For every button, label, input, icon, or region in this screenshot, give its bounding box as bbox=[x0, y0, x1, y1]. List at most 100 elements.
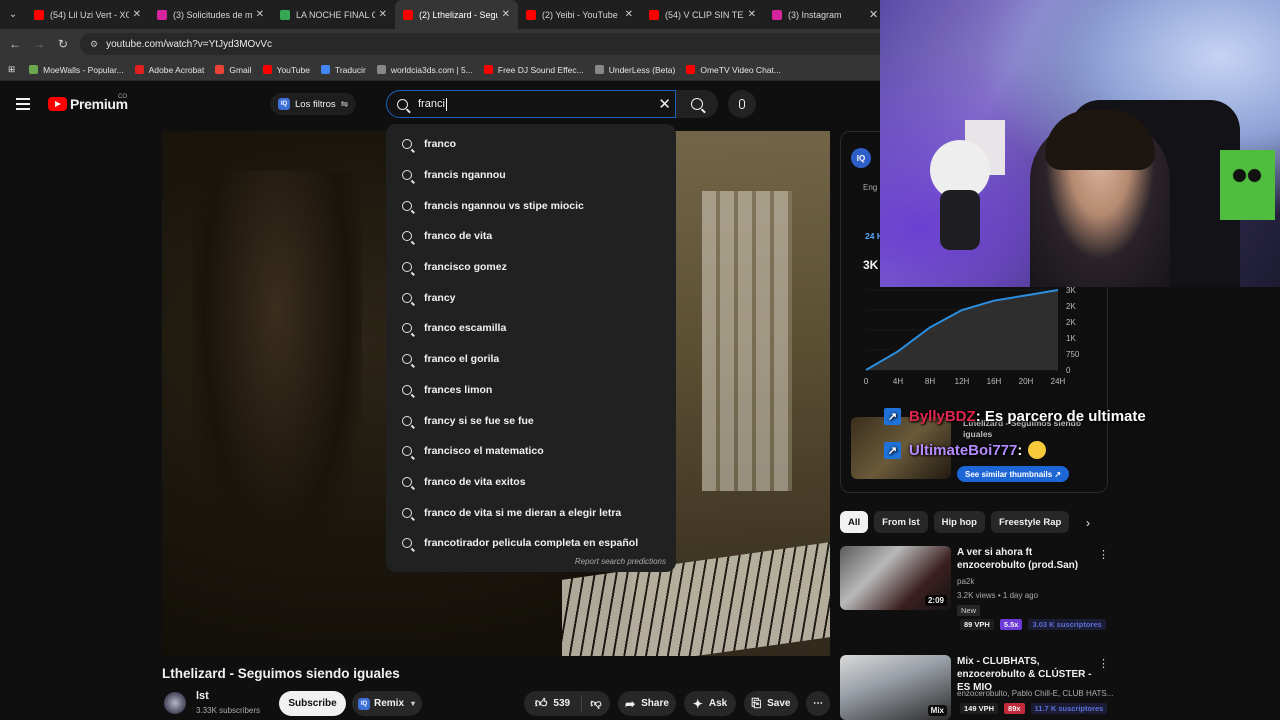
bookmark-label: Adobe Acrobat bbox=[148, 64, 205, 75]
tab-label: (54) V CLIP SIN TEXT bbox=[665, 9, 744, 20]
views-area-chart: 0 4H 8H 12H 16H 20H 24H07501K2K2K3K bbox=[864, 286, 1080, 386]
more-vert-icon[interactable]: ⋮ bbox=[1098, 548, 1109, 561]
dislike-button[interactable]: 👎︎ bbox=[582, 697, 610, 710]
suggestion-item[interactable]: frances limon bbox=[386, 375, 676, 406]
chat-badge-icon: ↗ bbox=[884, 441, 901, 459]
close-tab-icon[interactable]: ✕ bbox=[256, 9, 264, 20]
suggestion-item[interactable]: francisco el matematico bbox=[386, 436, 676, 467]
share-button[interactable]: ➦ Share bbox=[618, 691, 676, 716]
clear-search-icon[interactable]: ✕ bbox=[658, 95, 671, 113]
back-icon[interactable]: ← bbox=[3, 37, 27, 51]
chip-from-channel[interactable]: From lst bbox=[874, 511, 928, 533]
close-tab-icon[interactable]: ✕ bbox=[502, 9, 510, 20]
like-button[interactable]: 👍︎ 539 bbox=[524, 695, 582, 712]
recommended-video[interactable]: 2:09 A ver si ahora ft enzocerobulto (pr… bbox=[840, 546, 1110, 636]
bookmark-item[interactable]: Traducir bbox=[320, 65, 366, 75]
chip-all[interactable]: All bbox=[840, 511, 869, 533]
close-tab-icon[interactable]: ✕ bbox=[869, 8, 878, 21]
save-button[interactable]: ⎘ Save bbox=[744, 691, 798, 716]
more-actions-button[interactable]: ⋯ bbox=[806, 691, 830, 716]
suggestion-item[interactable]: franco bbox=[386, 129, 676, 160]
remix-button[interactable]: IQ Remix ▾ bbox=[352, 691, 422, 716]
close-tab-icon[interactable]: ✕ bbox=[625, 9, 633, 20]
bookmark-item[interactable]: worldcia3ds.com | 5... bbox=[376, 65, 473, 75]
chip-freestyle-rap[interactable]: Freestyle Rap bbox=[990, 511, 1070, 533]
voice-search-button[interactable] bbox=[728, 90, 756, 118]
channel-name[interactable]: lst bbox=[196, 690, 209, 702]
suggestion-text: francotirador pelicula completa en españ… bbox=[424, 537, 639, 550]
browser-nav-bar: ← → ↻ ⚙ youtube.com/watch?v=YtJyd3MOvVc bbox=[0, 29, 880, 59]
suggestion-item[interactable]: francisco gomez bbox=[386, 252, 676, 283]
search-button[interactable] bbox=[676, 90, 718, 118]
channel-name[interactable]: pa2k bbox=[957, 577, 974, 586]
browser-tab[interactable]: LA NOCHE FINAL CR ✕ bbox=[272, 0, 395, 29]
subscribe-button[interactable]: Subscribe bbox=[279, 691, 346, 716]
bookmark-item[interactable]: MoeWalls - Popular... bbox=[29, 65, 124, 75]
close-tab-icon[interactable]: ✕ bbox=[133, 9, 141, 20]
suggestion-text: francis ngannou bbox=[424, 169, 506, 182]
ask-button[interactable]: ✦ Ask bbox=[684, 691, 736, 716]
suggestion-item[interactable]: franco de vita si me dieran a elegir let… bbox=[386, 497, 676, 528]
browser-tab[interactable]: (2) Yeibi - YouTube ✕ bbox=[518, 0, 641, 29]
video-title[interactable]: A ver si ahora ft enzocerobulto (prod.Sa… bbox=[957, 546, 1097, 572]
suggestion-item[interactable]: francotirador pelicula completa en españ… bbox=[386, 528, 676, 559]
video-thumbnail[interactable]: Mix bbox=[840, 655, 951, 720]
reload-icon[interactable]: ↻ bbox=[51, 37, 75, 51]
chevron-right-icon[interactable]: › bbox=[1086, 516, 1090, 530]
recommended-video[interactable]: Mix Mix - CLUBHATS, enzocerobulto & CLÚS… bbox=[840, 655, 1113, 720]
bookmark-item[interactable]: OmeTV Video Chat... bbox=[686, 65, 781, 75]
bookmark-item[interactable]: YouTube bbox=[262, 65, 310, 75]
bookmark-favicon-icon bbox=[686, 65, 696, 74]
channel-avatar[interactable] bbox=[164, 692, 186, 714]
chip-hip-hop[interactable]: Hip hop bbox=[933, 511, 985, 533]
suggestion-item[interactable]: franco de vita exitos bbox=[386, 467, 676, 498]
text-caret bbox=[445, 97, 447, 111]
browser-tab[interactable]: (3) Solicitudes de me ✕ bbox=[149, 0, 272, 29]
bookmark-item[interactable]: Free DJ Sound Effec... bbox=[483, 65, 584, 75]
more-vert-icon[interactable]: ⋮ bbox=[1098, 657, 1109, 670]
bookmark-item[interactable]: UnderLess (Beta) bbox=[594, 65, 675, 75]
browser-tab[interactable]: (54) V CLIP SIN TEXT ✕ bbox=[641, 0, 764, 29]
browser-tab[interactable]: (3) Instagram bbox=[764, 0, 871, 29]
y-tick-label: 750 bbox=[1066, 350, 1080, 359]
suggestion-item[interactable]: franco el gorila bbox=[386, 344, 676, 375]
close-tab-icon[interactable]: ✕ bbox=[379, 9, 387, 20]
search-input[interactable]: franci ✕ bbox=[386, 90, 676, 118]
browser-tab-active[interactable]: (2) Lthelizard - Segui ✕ bbox=[395, 0, 518, 29]
like-count: 539 bbox=[553, 698, 571, 709]
browser-tab[interactable]: (54) Lil Uzi Vert - XO ✕ bbox=[26, 0, 149, 29]
y-tick-label: 3K bbox=[1066, 286, 1076, 295]
tab-label: (3) Solicitudes de me bbox=[173, 9, 252, 20]
bookmark-favicon-icon bbox=[376, 65, 386, 74]
video-thumbnail[interactable]: 2:09 bbox=[840, 546, 951, 610]
suggestion-text: francy bbox=[424, 291, 456, 304]
bookmark-item[interactable]: Adobe Acrobat bbox=[134, 64, 205, 75]
instagram-favicon-icon bbox=[772, 9, 782, 20]
report-predictions-link[interactable]: Report search predictions bbox=[575, 557, 666, 566]
x-tick-label: 4H bbox=[893, 377, 903, 386]
site-info-icon[interactable]: ⚙ bbox=[90, 39, 98, 50]
apps-icon[interactable]: ⊞ bbox=[8, 64, 15, 75]
suggestion-item[interactable]: francy bbox=[386, 282, 676, 313]
suggestion-item[interactable]: franco de vita bbox=[386, 221, 676, 252]
see-similar-thumbnails-button[interactable]: See similar thumbnails ↗ bbox=[957, 466, 1070, 482]
tab-search-icon[interactable]: ⌄ bbox=[0, 0, 26, 29]
filters-button[interactable]: IQ Los filtros ⇋ bbox=[270, 93, 357, 115]
close-tab-icon[interactable]: ✕ bbox=[748, 9, 756, 20]
suggestion-text: franco bbox=[424, 138, 457, 151]
bookmark-icon: ⎘ bbox=[751, 696, 762, 710]
suggestion-item[interactable]: francy si se fue se fue bbox=[386, 405, 676, 436]
youtube-premium-logo[interactable]: Premium bbox=[48, 96, 128, 112]
forward-icon[interactable]: → bbox=[27, 37, 51, 51]
address-bar[interactable]: ⚙ youtube.com/watch?v=YtJyd3MOvVc bbox=[80, 33, 880, 55]
suggestion-item[interactable]: francis ngannou vs stipe miocic bbox=[386, 190, 676, 221]
search-query-text: franci bbox=[418, 98, 445, 110]
suggestion-item[interactable]: franco escamilla bbox=[386, 313, 676, 344]
suggestion-item[interactable]: francis ngannou bbox=[386, 160, 676, 191]
menu-icon[interactable] bbox=[16, 98, 30, 110]
bookmark-item[interactable]: Gmail bbox=[215, 65, 252, 75]
channel-name[interactable]: enzocerobulto, Pablo Chill-E, CLUB HATS.… bbox=[957, 689, 1113, 698]
search-icon bbox=[402, 538, 412, 549]
chat-message: ↗ UltimateBoi777 : bbox=[884, 441, 1047, 459]
save-label: Save bbox=[767, 698, 791, 709]
